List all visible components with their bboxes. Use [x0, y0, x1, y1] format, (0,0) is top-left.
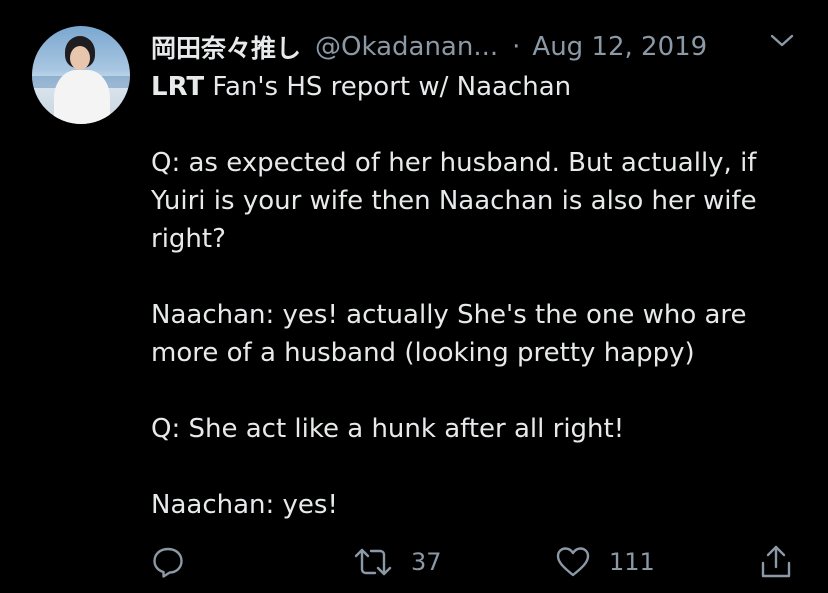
tweet-text: LRT Fan's HS report w/ Naachan Q: as exp…: [151, 68, 811, 524]
retweet-icon: [354, 548, 392, 576]
tweet-line: Yuiri is your wife then Naachan is also …: [151, 186, 757, 216]
tweet-actions: 37 111: [151, 540, 801, 584]
share-button[interactable]: [759, 540, 793, 584]
tweet-header: 岡田奈々推し @Okadanan... · Aug 12, 2019: [151, 30, 707, 64]
user-handle[interactable]: @Okadanan...: [315, 32, 498, 62]
avatar-figure-face: [70, 46, 90, 70]
avatar[interactable]: [32, 26, 130, 124]
tweet-line: Naachan: yes!: [151, 490, 338, 520]
retweet-button[interactable]: 37: [353, 540, 442, 584]
like-count: 111: [609, 548, 655, 576]
tweet-lead-rest: Fan's HS report w/ Naachan: [204, 72, 572, 102]
like-button[interactable]: 111: [555, 540, 655, 584]
header-separator: ·: [512, 32, 521, 62]
tweet-line: Q: She act like a hunk after all right!: [151, 414, 625, 444]
tweet-line: more of a husband (looking pretty happy): [151, 338, 695, 368]
avatar-figure-body: [54, 70, 110, 124]
tweet-line: Naachan: yes! actually She's the one who…: [151, 300, 747, 330]
tweet-lead-line: LRT Fan's HS report w/ Naachan: [151, 68, 811, 106]
reply-icon: [153, 547, 183, 578]
chevron-down-icon: [770, 34, 794, 47]
tweet-line: Q: as expected of her husband. But actua…: [151, 148, 757, 178]
tweet-lead-bold: LRT: [151, 72, 205, 102]
tweet: 岡田奈々推し @Okadanan... · Aug 12, 2019 LRT F…: [0, 0, 828, 593]
retweet-count: 37: [411, 548, 442, 576]
reply-button[interactable]: [151, 540, 185, 584]
tweet-date[interactable]: Aug 12, 2019: [532, 32, 707, 62]
display-name[interactable]: 岡田奈々推し: [151, 29, 301, 65]
more-options-button[interactable]: [768, 30, 796, 52]
tweet-line: right?: [151, 224, 226, 254]
heart-icon: [556, 547, 590, 577]
share-icon: [761, 545, 791, 578]
